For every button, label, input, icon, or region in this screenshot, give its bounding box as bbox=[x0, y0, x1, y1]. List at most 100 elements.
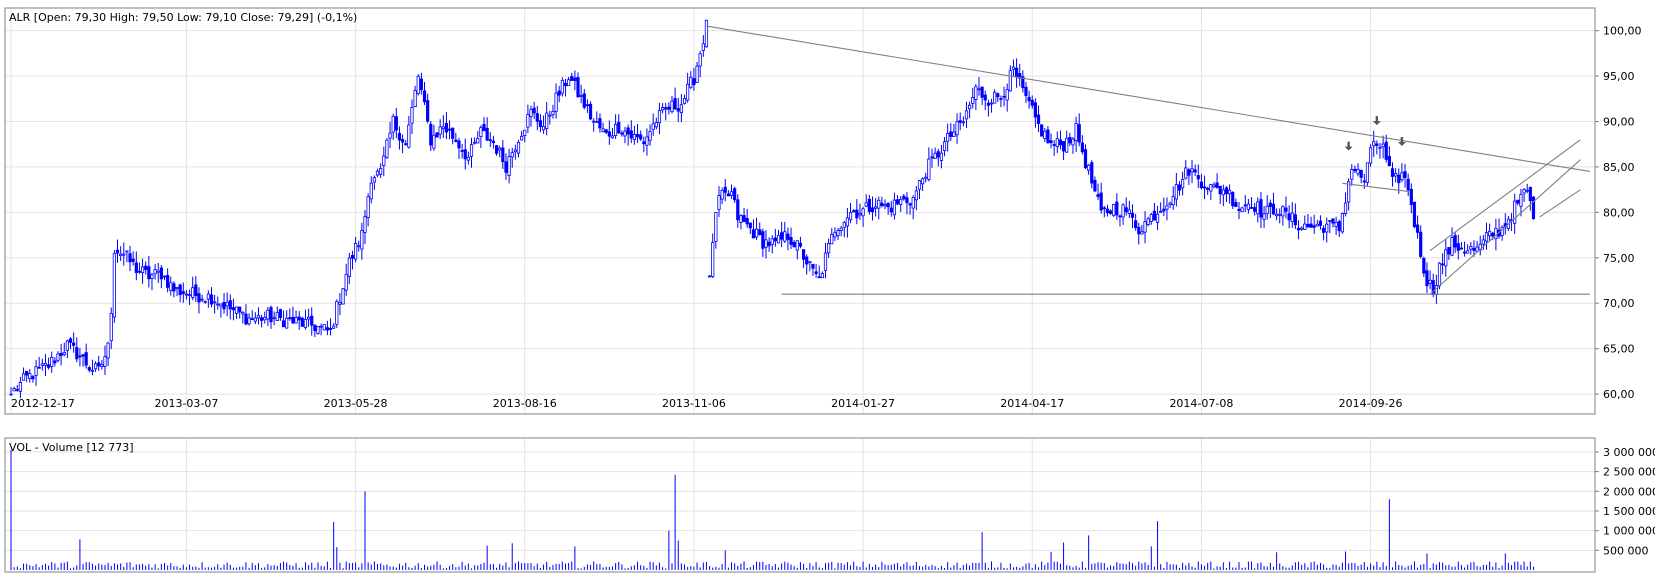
candle-body bbox=[1484, 232, 1489, 242]
candle-body bbox=[50, 357, 54, 367]
date-tick-label: 2014-07-08 bbox=[1169, 397, 1233, 410]
candle-body bbox=[729, 191, 734, 196]
candle-body bbox=[363, 216, 367, 233]
candle-body bbox=[1300, 227, 1304, 230]
candle-body bbox=[1155, 213, 1160, 223]
candle-body bbox=[1093, 179, 1097, 192]
candle-body bbox=[400, 139, 405, 143]
candle-body bbox=[391, 115, 395, 133]
candle-body bbox=[614, 123, 618, 136]
candle-body bbox=[303, 319, 308, 328]
volume-y-tick-label: 1 000 000 bbox=[1603, 525, 1655, 538]
candle-body bbox=[341, 288, 345, 305]
candle-body bbox=[852, 210, 856, 213]
candle-body bbox=[930, 156, 934, 159]
candle-body bbox=[285, 317, 289, 329]
candle-body bbox=[1058, 139, 1063, 146]
candle-body bbox=[617, 121, 621, 134]
candle-body bbox=[667, 106, 671, 110]
candle-body bbox=[754, 228, 759, 238]
candle-body bbox=[1328, 220, 1332, 222]
candle-body bbox=[770, 238, 774, 245]
candle-body bbox=[1071, 138, 1075, 146]
candle-body bbox=[1143, 221, 1147, 233]
candle-body bbox=[1337, 221, 1341, 232]
candle-body bbox=[394, 116, 398, 131]
candle-body bbox=[773, 237, 777, 242]
candle-body bbox=[347, 257, 351, 277]
candle-body bbox=[914, 190, 918, 201]
candle-body bbox=[532, 107, 536, 114]
candle-body bbox=[949, 131, 953, 137]
candle-body bbox=[554, 92, 558, 112]
candle-body bbox=[911, 197, 915, 209]
candle-body bbox=[1171, 196, 1175, 206]
candle-body bbox=[592, 120, 596, 123]
candle-body bbox=[1519, 193, 1523, 207]
candle-body bbox=[225, 301, 229, 307]
candle-body bbox=[695, 65, 699, 83]
candle-body bbox=[222, 301, 226, 310]
candle-body bbox=[1331, 218, 1335, 224]
candle-body bbox=[1152, 210, 1157, 221]
candle-body bbox=[46, 364, 51, 368]
candle-body bbox=[134, 262, 138, 274]
candle-body bbox=[112, 253, 116, 318]
candle-body bbox=[250, 318, 254, 321]
candle-body bbox=[93, 363, 98, 370]
candle-body bbox=[1137, 226, 1141, 235]
candle-body bbox=[620, 132, 624, 135]
candle-body bbox=[1321, 227, 1326, 233]
candle-body bbox=[175, 287, 179, 289]
candle-body bbox=[1259, 199, 1263, 218]
candle-body bbox=[1325, 223, 1329, 233]
candle-body bbox=[814, 271, 818, 274]
candle-body bbox=[137, 270, 142, 273]
candle-body bbox=[845, 217, 850, 227]
candle-body bbox=[209, 294, 214, 305]
candle-body bbox=[272, 317, 276, 320]
candle-body bbox=[946, 133, 950, 142]
candle-body bbox=[416, 75, 420, 94]
candle-body bbox=[961, 121, 965, 124]
candle-body bbox=[1162, 208, 1166, 212]
candle-body bbox=[1516, 199, 1520, 204]
candle-body bbox=[172, 283, 176, 292]
candle-body bbox=[670, 100, 674, 113]
candle-body bbox=[432, 134, 436, 149]
candle-body bbox=[1181, 179, 1185, 189]
candle-body bbox=[169, 282, 173, 291]
candle-body bbox=[827, 243, 831, 254]
candle-body bbox=[902, 195, 906, 200]
candle-body bbox=[1278, 213, 1282, 216]
price-legend: ALR [Open: 79,30 High: 79,50 Low: 79,10 … bbox=[9, 11, 357, 24]
candle-body bbox=[989, 102, 994, 105]
candle-body bbox=[858, 213, 862, 216]
candle-body bbox=[419, 78, 423, 91]
candle-body bbox=[1240, 207, 1244, 213]
candle-body bbox=[488, 139, 492, 142]
candle-body bbox=[1428, 279, 1432, 284]
candle-body bbox=[1253, 207, 1257, 212]
candle-body bbox=[1481, 239, 1485, 245]
candle-body bbox=[676, 108, 680, 112]
candle-body bbox=[673, 98, 677, 110]
candle-body bbox=[1052, 144, 1056, 146]
candle-body bbox=[654, 121, 658, 128]
stock-chart: ALR [Open: 79,30 High: 79,50 Low: 79,10 … bbox=[0, 0, 1655, 578]
candle-body bbox=[1419, 231, 1423, 257]
candle-body bbox=[967, 104, 972, 110]
candle-body bbox=[219, 303, 223, 307]
candle-body bbox=[1215, 182, 1219, 188]
candle-body bbox=[795, 240, 799, 251]
candle-body bbox=[1080, 142, 1084, 153]
candle-body bbox=[830, 234, 834, 245]
candle-body bbox=[316, 326, 320, 334]
candle-body bbox=[786, 233, 790, 240]
candle-body bbox=[1394, 173, 1398, 177]
candle-body bbox=[288, 317, 292, 320]
candle-body bbox=[1456, 243, 1460, 251]
candle-body bbox=[657, 110, 662, 124]
candle-body bbox=[767, 241, 771, 247]
trendline bbox=[1429, 159, 1581, 295]
